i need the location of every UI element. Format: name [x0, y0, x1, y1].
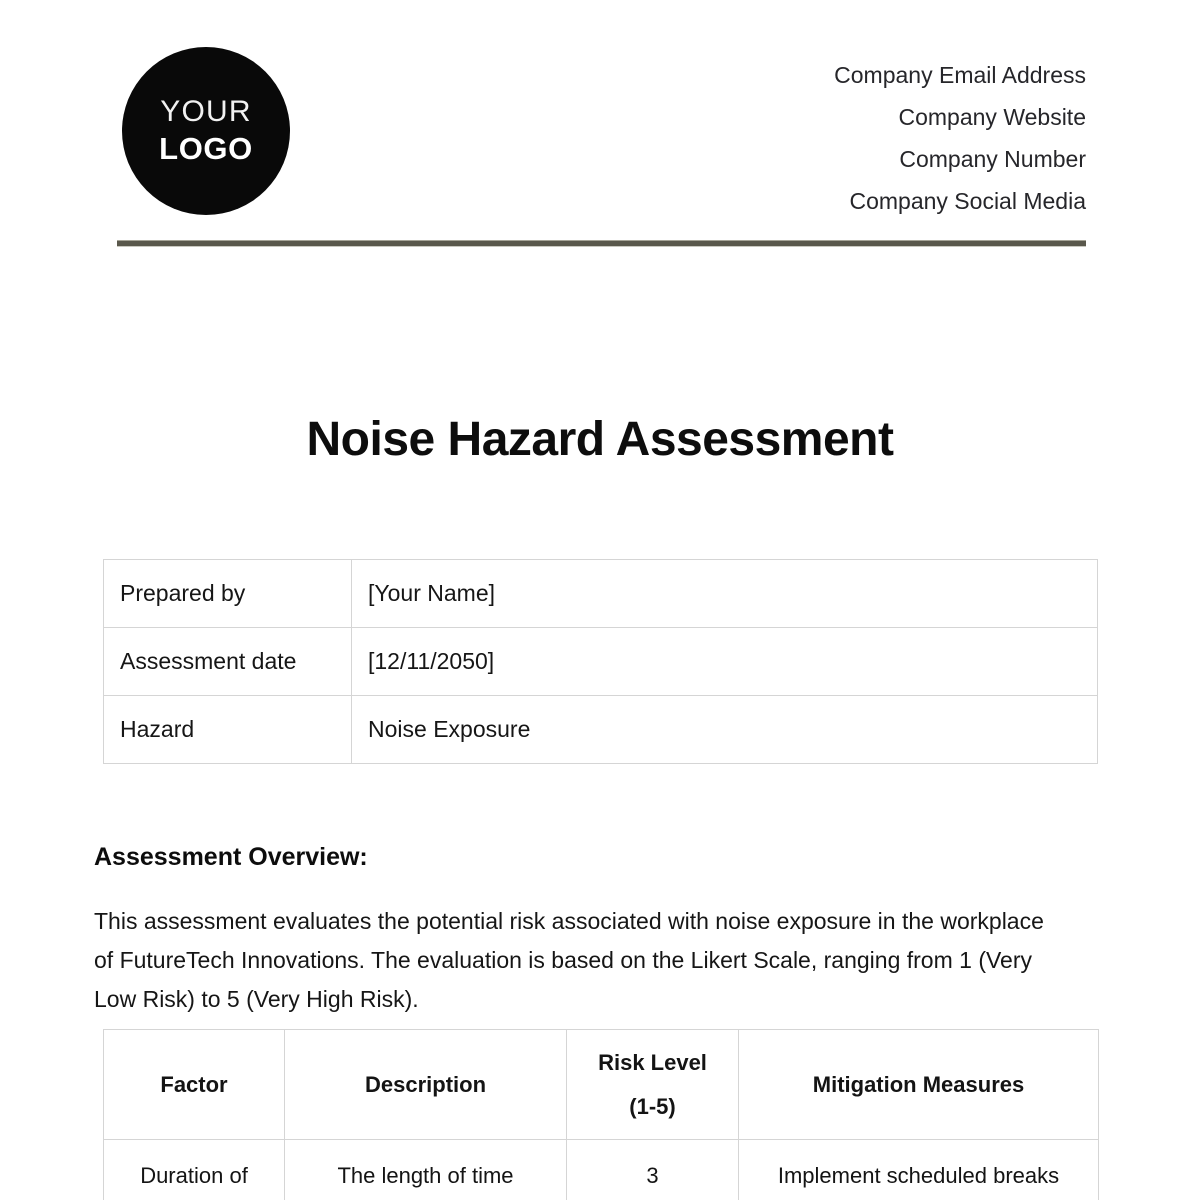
contact-email-line: Company Email Address [834, 62, 1086, 88]
company-contact-block: Company Email Address Company Website Co… [834, 54, 1086, 222]
table-row: Duration of The length of time 3 Impleme… [103, 1139, 1099, 1200]
document-header: YOUR LOGO Company Email Address Company … [0, 0, 1200, 247]
column-header-risk-level-main: Risk Level [598, 1049, 707, 1075]
column-header-description: Description [284, 1029, 567, 1140]
contact-website-line: Company Website [898, 104, 1087, 130]
info-label-prepared-by: Prepared by [103, 559, 352, 628]
contact-number-line: Company Number [899, 146, 1086, 172]
table-row: Assessment date [12/11/2050] [103, 627, 1098, 696]
column-header-risk-level: Risk Level (1-5) [566, 1029, 739, 1140]
logo-line-your: YOUR [160, 94, 252, 128]
risk-assessment-table: Factor Description Risk Level (1-5) Mitig… [103, 1029, 1099, 1200]
assessment-overview-text: This assessment evaluates the potential … [94, 908, 1044, 1012]
column-header-factor: Factor [103, 1029, 285, 1140]
cell-risk-level[interactable]: 3 [566, 1139, 739, 1200]
info-value-prepared-by[interactable]: [Your Name] [351, 559, 1098, 628]
company-logo: YOUR LOGO [122, 47, 290, 215]
info-value-assessment-date[interactable]: [12/11/2050] [351, 627, 1098, 696]
info-value-hazard[interactable]: Noise Exposure [351, 695, 1098, 764]
table-header-row: Factor Description Risk Level (1-5) Mitig… [103, 1029, 1099, 1140]
info-label-hazard: Hazard [103, 695, 352, 764]
assessment-overview-heading: Assessment Overview: [94, 843, 368, 871]
logo-line-logo: LOGO [159, 131, 253, 167]
table-row: Prepared by [Your Name] [103, 559, 1098, 628]
info-label-assessment-date: Assessment date [103, 627, 352, 696]
cell-factor[interactable]: Duration of [103, 1139, 285, 1200]
table-row: Hazard Noise Exposure [103, 695, 1098, 764]
column-header-mitigation: Mitigation Measures [738, 1029, 1099, 1140]
assessment-info-table: Prepared by [Your Name] Assessment date … [103, 559, 1098, 764]
column-header-risk-level-range: (1-5) [629, 1093, 676, 1119]
cell-mitigation[interactable]: Implement scheduled breaks [738, 1139, 1099, 1200]
document-page: YOUR LOGO Company Email Address Company … [0, 0, 1200, 1200]
page-title: Noise Hazard Assessment [306, 413, 894, 466]
cell-description[interactable]: The length of time [284, 1139, 567, 1200]
contact-social-line: Company Social Media [849, 188, 1086, 214]
header-divider [117, 240, 1086, 247]
